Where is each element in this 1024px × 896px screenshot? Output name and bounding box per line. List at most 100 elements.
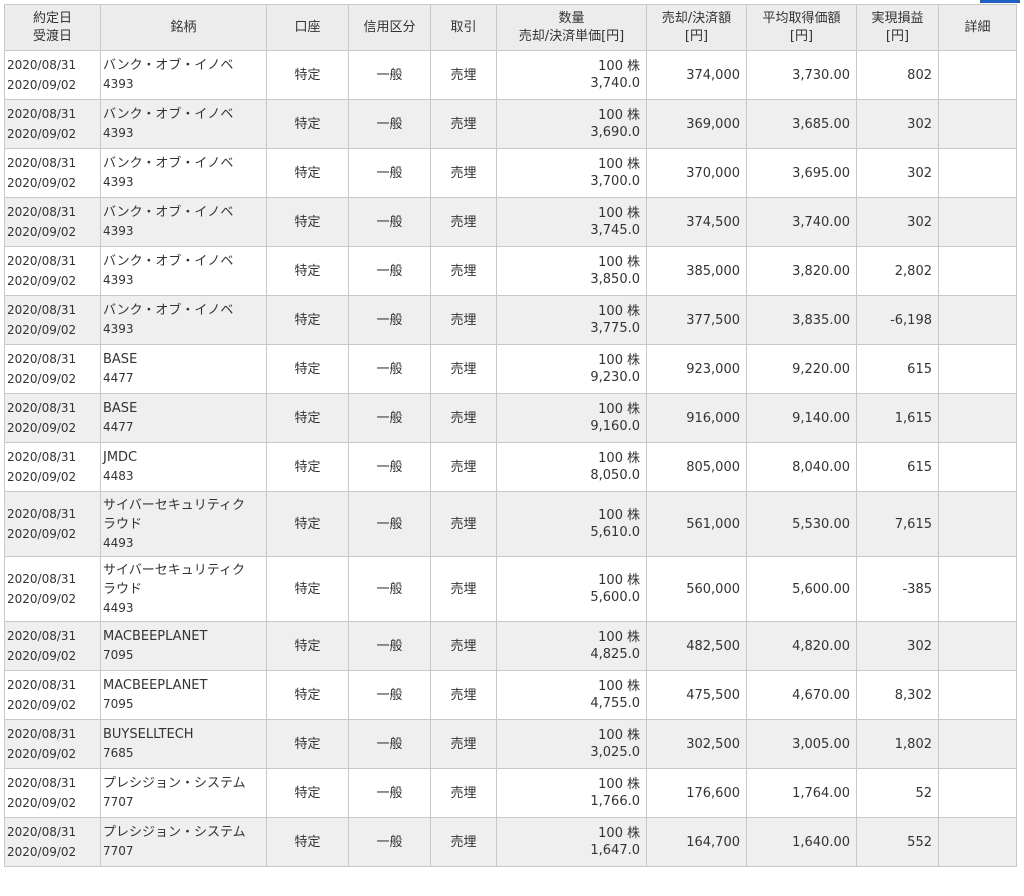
account-cell: 特定 [266, 491, 349, 557]
stock-name[interactable]: プレシジョン・システム [103, 774, 264, 793]
quantity-cell: 100 株 3,740.0 [496, 50, 647, 100]
detail-cell[interactable] [938, 148, 1017, 198]
stock-cell: MACBEEPLANET 7095 [100, 670, 267, 720]
quantity-unit: 株 [626, 353, 640, 368]
stock-name[interactable]: バンク・オブ・イノベ [103, 252, 264, 271]
table-row: 2020/08/31 2020/09/02 バンク・オブ・イノベ 4393 特定 一般 売埋… [4, 99, 1017, 149]
trade-date: 2020/08/31 [7, 156, 77, 170]
amount-cell: 560,000 [646, 556, 747, 622]
detail-cell[interactable] [938, 246, 1017, 296]
realized-pl-cell: -385 [856, 556, 939, 622]
trade-cell: 売埋 [430, 442, 497, 492]
detail-cell[interactable] [938, 491, 1017, 557]
stock-name[interactable]: BASE [103, 399, 264, 418]
account-cell: 特定 [266, 197, 349, 247]
detail-cell[interactable] [938, 719, 1017, 769]
avg-cost-cell: 3,730.00 [746, 50, 857, 100]
settle-date: 2020/09/02 [7, 698, 77, 712]
stock-name[interactable]: BASE [103, 350, 264, 369]
settle-date: 2020/09/02 [7, 323, 77, 337]
trade-cell: 売埋 [430, 817, 497, 867]
stock-name[interactable]: バンク・オブ・イノベ [103, 203, 264, 222]
quantity-unit: 株 [626, 206, 640, 221]
stock-name[interactable]: MACBEEPLANET [103, 676, 264, 695]
header-date[interactable]: 約定日 受渡日 [4, 4, 101, 51]
amount-cell: 923,000 [646, 344, 747, 394]
account-cell: 特定 [266, 442, 349, 492]
detail-cell[interactable] [938, 50, 1017, 100]
detail-cell[interactable] [938, 393, 1017, 443]
trade-cell: 売埋 [430, 621, 497, 671]
detail-cell[interactable] [938, 442, 1017, 492]
amount-cell: 561,000 [646, 491, 747, 557]
unit-price: 3,745.0 [590, 223, 640, 238]
header-avg-cost: 平均取得価額 [円] [746, 4, 857, 51]
date-cell: 2020/08/31 2020/09/02 [4, 197, 101, 247]
detail-cell[interactable] [938, 197, 1017, 247]
trade-date: 2020/08/31 [7, 825, 77, 839]
date-cell: 2020/08/31 2020/09/02 [4, 50, 101, 100]
detail-cell[interactable] [938, 670, 1017, 720]
table-row: 2020/08/31 2020/09/02 プレシジョン・システム 7707 特定 一般売… [4, 768, 1017, 818]
detail-cell[interactable] [938, 768, 1017, 818]
quantity-cell: 100 株 5,610.0 [496, 491, 647, 557]
trade-date: 2020/08/31 [7, 776, 77, 790]
stock-code: 4393 [103, 126, 134, 140]
trade-date: 2020/08/31 [7, 205, 77, 219]
stock-code: 4393 [103, 224, 134, 238]
detail-cell[interactable] [938, 295, 1017, 345]
stock-name[interactable]: ラウド [103, 580, 264, 599]
quantity-cell: 100 株 9,160.0 [496, 393, 647, 443]
unit-price: 8,050.0 [590, 468, 640, 483]
stock-cell: バンク・オブ・イノベ 4393 [100, 99, 267, 149]
table-row: 2020/08/31 2020/09/02 JMDC 4483 特定 一般 売埋 100 株 8,… [4, 442, 1017, 492]
quantity-unit: 株 [626, 573, 640, 588]
stock-name[interactable]: バンク・オブ・イノベ [103, 301, 264, 320]
stock-name[interactable]: バンク・オブ・イノベ [103, 154, 264, 173]
avg-cost-cell: 3,740.00 [746, 197, 857, 247]
stock-name[interactable]: バンク・オブ・イノベ [103, 56, 264, 75]
realized-pl-cell: 1,615 [856, 393, 939, 443]
stock-name[interactable]: ラウド [103, 515, 264, 534]
detail-cell[interactable] [938, 99, 1017, 149]
quantity-value: 100 [598, 353, 623, 368]
quantity-value: 100 [598, 728, 623, 743]
unit-price: 3,850.0 [590, 272, 640, 287]
realized-pl-cell: 302 [856, 621, 939, 671]
settle-date: 2020/09/02 [7, 470, 77, 484]
trade-cell: 売埋 [430, 197, 497, 247]
stock-code: 4483 [103, 469, 134, 483]
stock-name[interactable]: MACBEEPLANET [103, 627, 264, 646]
settle-date: 2020/09/02 [7, 78, 77, 92]
quantity-value: 100 [598, 304, 623, 319]
quantity-cell: 100 株 8,050.0 [496, 442, 647, 492]
account-cell: 特定 [266, 670, 349, 720]
quantity-value: 100 [598, 508, 623, 523]
table-row: 2020/08/31 2020/09/02 MACBEEPLANET 7095 特定 一般… [4, 670, 1017, 720]
stock-name[interactable]: サイバーセキュリティク [103, 496, 264, 515]
date-cell: 2020/08/31 2020/09/02 [4, 442, 101, 492]
margin-cell: 一般 [348, 99, 431, 149]
settle-date: 2020/09/02 [7, 592, 77, 606]
stock-name[interactable]: プレシジョン・システム [103, 823, 264, 842]
amount-cell: 385,000 [646, 246, 747, 296]
quantity-cell: 100 株 4,825.0 [496, 621, 647, 671]
date-cell: 2020/08/31 2020/09/02 [4, 817, 101, 867]
stock-name[interactable]: バンク・オブ・イノベ [103, 105, 264, 124]
stock-name[interactable]: BUYSELLTECH [103, 725, 264, 744]
table-row: 2020/08/31 2020/09/02 バンク・オブ・イノベ 4393 特定 一般 売埋… [4, 246, 1017, 296]
header-stock[interactable]: 銘柄 [100, 4, 267, 51]
header-margin-type: 信用区分 [348, 4, 431, 51]
table-row: 2020/08/31 2020/09/02 MACBEEPLANET 7095 特定 一般… [4, 621, 1017, 671]
trade-history-table: 約定日 受渡日 銘柄 口座 信用区分 取引 数量 売却/決済単価[円] 売却/決… [4, 4, 1017, 867]
stock-name[interactable]: JMDC [103, 448, 264, 467]
quantity-unit: 株 [626, 255, 640, 270]
detail-cell[interactable] [938, 621, 1017, 671]
page-tab-indicator[interactable] [980, 0, 1020, 3]
settle-date: 2020/09/02 [7, 527, 77, 541]
detail-cell[interactable] [938, 556, 1017, 622]
detail-cell[interactable] [938, 817, 1017, 867]
detail-cell[interactable] [938, 344, 1017, 394]
stock-name[interactable]: サイバーセキュリティク [103, 561, 264, 580]
settle-date: 2020/09/02 [7, 274, 77, 288]
